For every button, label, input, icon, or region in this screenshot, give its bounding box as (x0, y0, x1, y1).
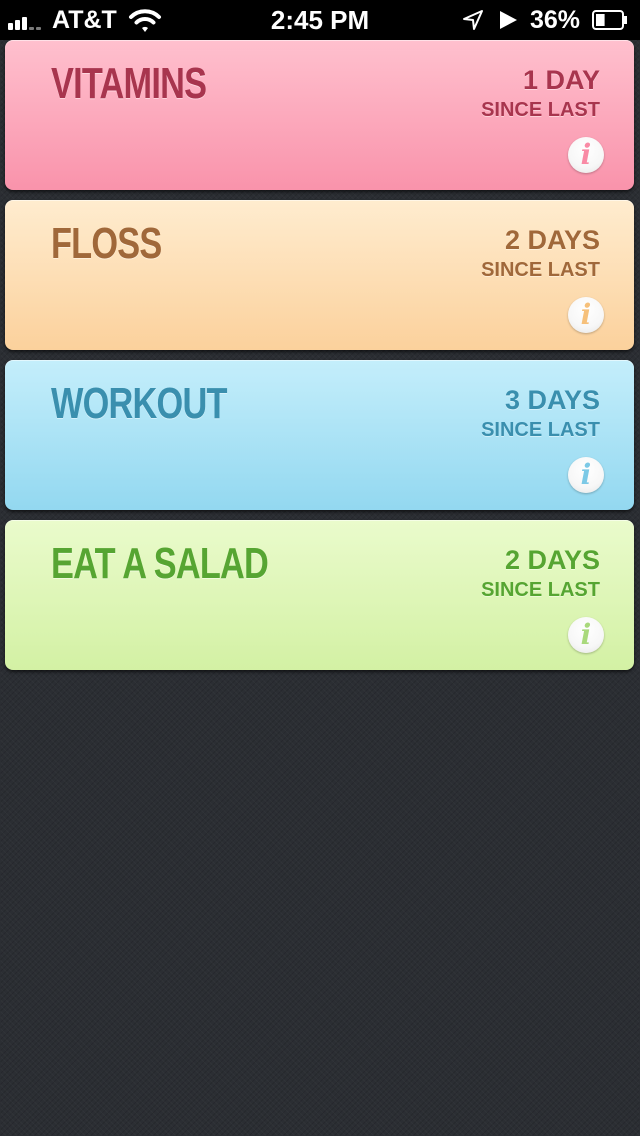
habit-title: WORKOUT (51, 379, 227, 428)
days-count: 1 DAY (522, 65, 600, 95)
play-icon (500, 11, 517, 29)
since-last-label: SINCE LAST (481, 579, 600, 601)
battery-percent: 36% (530, 6, 581, 34)
info-button[interactable]: i (568, 137, 604, 173)
habit-card-vitamins[interactable]: VITAMINS 1 DAY SINCE LAST i (5, 40, 634, 190)
info-icon: i (580, 458, 592, 491)
habit-title: EAT A SALAD (51, 539, 269, 588)
habit-card-floss[interactable]: FLOSS 2 DAYS SINCE LAST i (5, 200, 634, 350)
days-count: 3 DAYS (504, 385, 600, 415)
habit-title: VITAMINS (51, 59, 207, 108)
location-arrow-icon (463, 10, 483, 30)
info-button[interactable]: i (568, 617, 604, 653)
info-button[interactable]: i (568, 457, 604, 493)
info-icon: i (580, 138, 592, 171)
habit-card-workout[interactable]: WORKOUT 3 DAYS SINCE LAST i (5, 360, 634, 510)
since-last-label: SINCE LAST (481, 419, 600, 441)
since-last-label: SINCE LAST (481, 99, 600, 121)
info-button[interactable]: i (568, 297, 604, 333)
info-icon: i (580, 298, 592, 331)
status-bar: AT&T 2:45 PM 36% (0, 0, 640, 40)
info-icon: i (580, 618, 592, 651)
days-count: 2 DAYS (504, 545, 600, 575)
since-last-label: SINCE LAST (481, 259, 600, 281)
days-count: 2 DAYS (504, 225, 600, 255)
habit-card-eat-a-salad[interactable]: EAT A SALAD 2 DAYS SINCE LAST i (5, 520, 634, 670)
battery-icon (592, 10, 627, 30)
habit-title: FLOSS (51, 219, 162, 268)
